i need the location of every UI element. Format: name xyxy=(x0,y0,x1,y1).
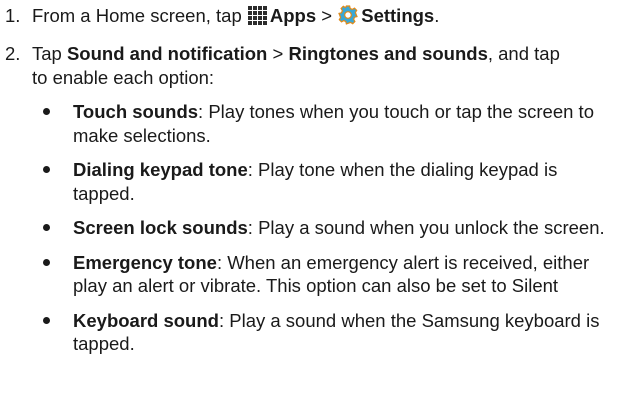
step-2: 2. Tap Sound and notification > Ringtone… xyxy=(5,42,616,355)
bullet-icon xyxy=(43,316,50,324)
list-item: Keyboard sound: Play a sound when the Sa… xyxy=(32,309,616,356)
apps-label: Apps xyxy=(269,5,317,26)
option-term: Keyboard sound xyxy=(73,309,219,331)
option-term: Screen lock sounds xyxy=(73,217,248,239)
bullet-icon xyxy=(43,108,50,116)
option-description: : Play a sound when you unlock the scree… xyxy=(247,217,605,239)
option-term: Dialing keypad tone xyxy=(73,159,248,181)
step-2-text: Tap Sound and notification > Ringtones a… xyxy=(32,43,560,65)
step-number: 2. xyxy=(5,43,21,65)
ringtones-and-sounds-label: Ringtones and sounds xyxy=(288,43,488,65)
step-1-text: From a Home screen, tap Apps > Settings. xyxy=(32,4,616,30)
bullet-icon xyxy=(43,166,50,174)
step-2-text-line2: to enable each option: xyxy=(32,66,215,88)
list-item: Emergency tone: When an emergency alert … xyxy=(32,251,616,298)
option-term: Emergency tone xyxy=(73,251,217,273)
list-item: Touch sounds: Play tones when you touch … xyxy=(32,100,616,147)
settings-gear-icon xyxy=(338,5,359,30)
step-number: 1. xyxy=(5,5,21,26)
sound-and-notification-label: Sound and notification xyxy=(66,43,268,65)
step-1: 1. From a Home screen, tap Apps > Settin… xyxy=(5,4,616,30)
option-term: Touch sounds xyxy=(73,101,199,123)
bullet-icon xyxy=(43,258,50,266)
list-item: Dialing keypad tone: Play tone when the … xyxy=(32,158,616,205)
bullet-icon xyxy=(43,224,50,232)
options-list: Touch sounds: Play tones when you touch … xyxy=(32,100,616,355)
settings-label: Settings xyxy=(361,5,435,26)
instructions-page: 1. From a Home screen, tap Apps > Settin… xyxy=(0,0,624,403)
list-item: Screen lock sounds: Play a sound when yo… xyxy=(32,216,616,239)
apps-grid-icon xyxy=(247,6,267,30)
